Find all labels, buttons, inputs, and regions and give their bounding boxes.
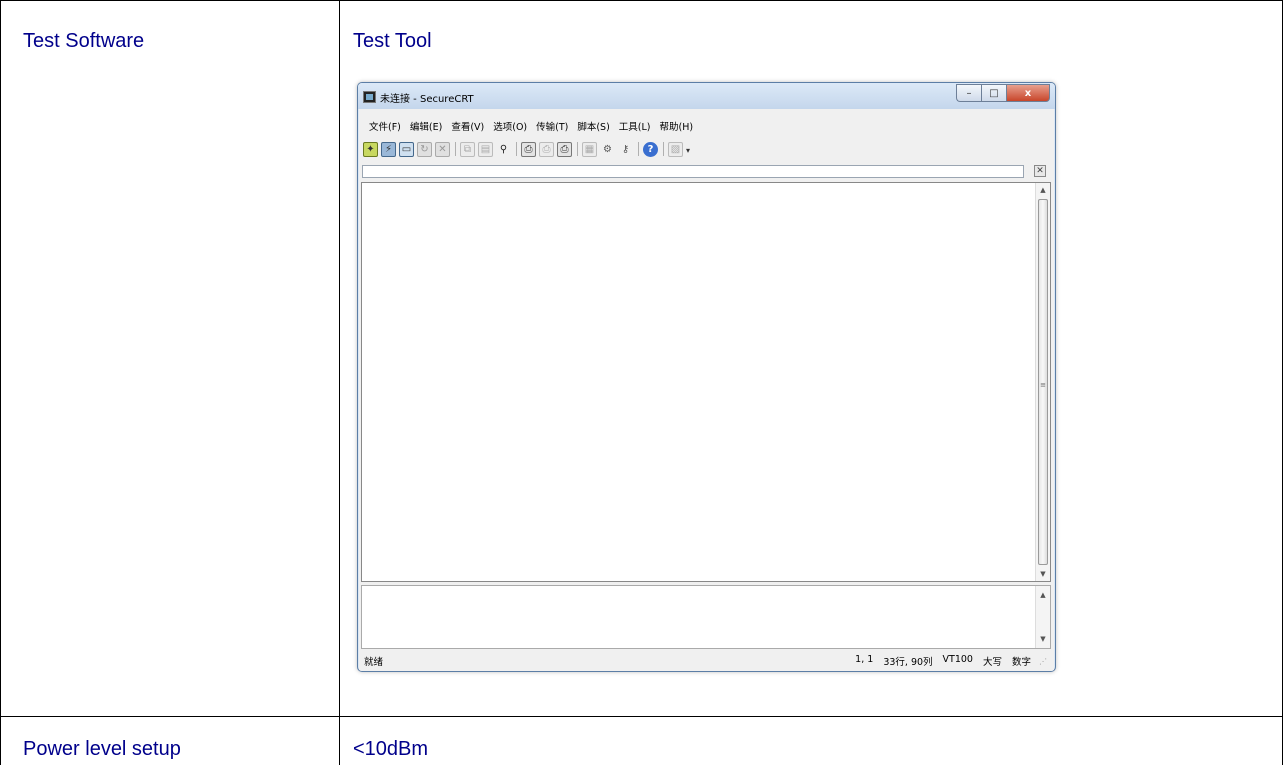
toolbar-separator — [577, 142, 578, 156]
status-ready: 就绪 — [364, 657, 384, 668]
find-icon[interactable]: ⚲ — [496, 142, 511, 157]
menu-edit[interactable]: 编辑(E) — [410, 119, 442, 133]
global-options-icon[interactable]: ⚙ — [600, 142, 615, 157]
reconnect-icon[interactable]: ↻ — [417, 141, 432, 157]
status-position: 1, 1 — [855, 654, 874, 665]
toolbar-separator — [663, 142, 664, 156]
status-num: 数字 — [1011, 657, 1031, 668]
keymap-icon[interactable]: ▧ — [668, 141, 683, 157]
scroll-down-icon[interactable]: ▼ — [1036, 567, 1050, 581]
table-column-divider — [339, 0, 340, 765]
status-bar: 就绪 1, 1 33行, 90列 VT100 大写 数字 ⋰ — [361, 651, 1051, 668]
menu-script[interactable]: 脚本(S) — [577, 119, 609, 133]
connect-tab-icon[interactable]: ▭ — [399, 141, 414, 157]
menu-options[interactable]: 选项(O) — [493, 119, 527, 133]
toolbar: ✦ ⚡ ▭ ↻ ✕ ⧉ ▤ ⚲ ⎙ ⎙ ⎙ ▦ ⚙ ⚷ ? ▧ ▾ — [363, 140, 694, 158]
window-title: 未连接 - SecureCRT — [380, 94, 474, 105]
status-size: 33行, 90列 — [883, 657, 933, 668]
securecrt-window: 未连接 - SecureCRT – □ x 文件(F) 编辑(E) 查看(V) … — [357, 82, 1056, 672]
copy-icon[interactable]: ⧉ — [460, 141, 475, 157]
quick-connect-icon[interactable]: ⚡ — [381, 141, 396, 157]
test-tool-value: Test Tool — [353, 30, 432, 52]
terminal-area[interactable]: ▲ ≡ ▼ — [361, 182, 1051, 582]
paste-icon[interactable]: ▤ — [478, 141, 493, 157]
disconnect-icon[interactable]: ✕ — [435, 141, 450, 157]
terminal-scrollbar[interactable]: ▲ ≡ ▼ — [1035, 183, 1050, 581]
menu-help[interactable]: 帮助(H) — [660, 119, 694, 133]
menu-tools[interactable]: 工具(L) — [619, 119, 651, 133]
toolbar-separator — [455, 142, 456, 156]
print-icon[interactable]: ⎙ — [521, 141, 536, 157]
thumb-grip-icon: ≡ — [1040, 381, 1046, 389]
title-bar[interactable]: 未连接 - SecureCRT – □ x — [358, 83, 1055, 109]
chat-scroll-down-icon[interactable]: ▼ — [1036, 632, 1050, 646]
connect-icon[interactable]: ✦ — [363, 141, 378, 157]
test-software-label: Test Software — [23, 30, 145, 52]
status-indicators: 1, 1 33行, 90列 VT100 大写 数字 — [855, 654, 1031, 668]
command-bar-close-icon[interactable]: ✕ — [1034, 165, 1046, 177]
toolbar-separator — [516, 142, 517, 156]
menu-file[interactable]: 文件(F) — [369, 119, 401, 133]
scrollbar-thumb[interactable]: ≡ — [1038, 199, 1048, 565]
minimize-button[interactable]: – — [956, 84, 981, 102]
scroll-up-icon[interactable]: ▲ — [1036, 183, 1050, 197]
help-icon[interactable]: ? — [643, 141, 658, 157]
chat-window[interactable]: ▲ ▼ — [361, 585, 1051, 649]
toolbar-separator — [638, 142, 639, 156]
table-top-border — [0, 0, 1283, 1]
menu-view[interactable]: 查看(V) — [451, 119, 484, 133]
power-level-label: Power level setup — [23, 738, 181, 760]
menu-transfer[interactable]: 传输(T) — [536, 119, 568, 133]
status-emulation: VT100 — [942, 654, 973, 665]
maximize-button[interactable]: □ — [981, 84, 1006, 102]
chat-scrollbar[interactable]: ▲ ▼ — [1035, 586, 1050, 648]
resize-grip-icon[interactable]: ⋰ — [1039, 657, 1049, 667]
print-selection-icon[interactable]: ⎙ — [539, 141, 554, 157]
chat-scroll-up-icon[interactable]: ▲ — [1036, 588, 1050, 602]
menu-bar: 文件(F) 编辑(E) 查看(V) 选项(O) 传输(T) 脚本(S) 工具(L… — [369, 119, 693, 133]
session-options-icon[interactable]: ▦ — [582, 141, 597, 157]
status-caps: 大写 — [982, 657, 1002, 668]
window-client-area: 文件(F) 编辑(E) 查看(V) 选项(O) 传输(T) 脚本(S) 工具(L… — [359, 109, 1054, 671]
printer-setup-icon[interactable]: ⎙ — [557, 141, 572, 157]
toolbar-overflow-icon[interactable]: ▾ — [686, 143, 694, 155]
caption-buttons: – □ x — [956, 84, 1050, 102]
command-bar-input[interactable] — [362, 165, 1024, 178]
power-level-value: <10dBm — [353, 738, 429, 760]
table-row-divider — [0, 716, 1283, 717]
table-left-border — [0, 0, 1, 765]
key-icon[interactable]: ⚷ — [618, 142, 633, 157]
close-button[interactable]: x — [1006, 84, 1050, 102]
securecrt-app-icon[interactable] — [363, 91, 376, 103]
